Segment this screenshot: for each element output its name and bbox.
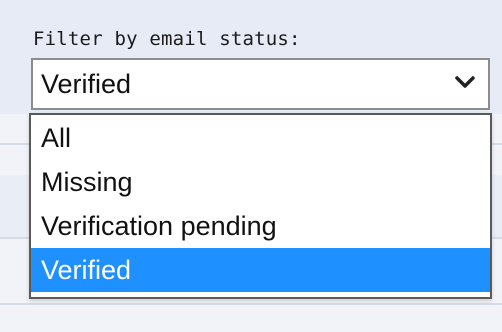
filter-label: Filter by email status: — [33, 28, 301, 50]
option-missing[interactable]: Missing — [31, 160, 490, 204]
option-label: Missing — [41, 167, 133, 197]
email-status-select[interactable]: Verified — [31, 58, 490, 110]
option-verified[interactable]: Verified — [31, 248, 490, 292]
select-value: Verified — [41, 69, 132, 99]
dropdown-listbox: All Missing Verification pending Verifie… — [29, 113, 492, 299]
chevron-down-icon — [455, 76, 475, 88]
divider-line — [0, 303, 502, 305]
option-verification-pending[interactable]: Verification pending — [31, 204, 490, 248]
option-label: Verification pending — [41, 211, 277, 241]
option-label: All — [41, 123, 72, 153]
option-all[interactable]: All — [31, 116, 490, 160]
option-label: Verified — [41, 255, 132, 285]
